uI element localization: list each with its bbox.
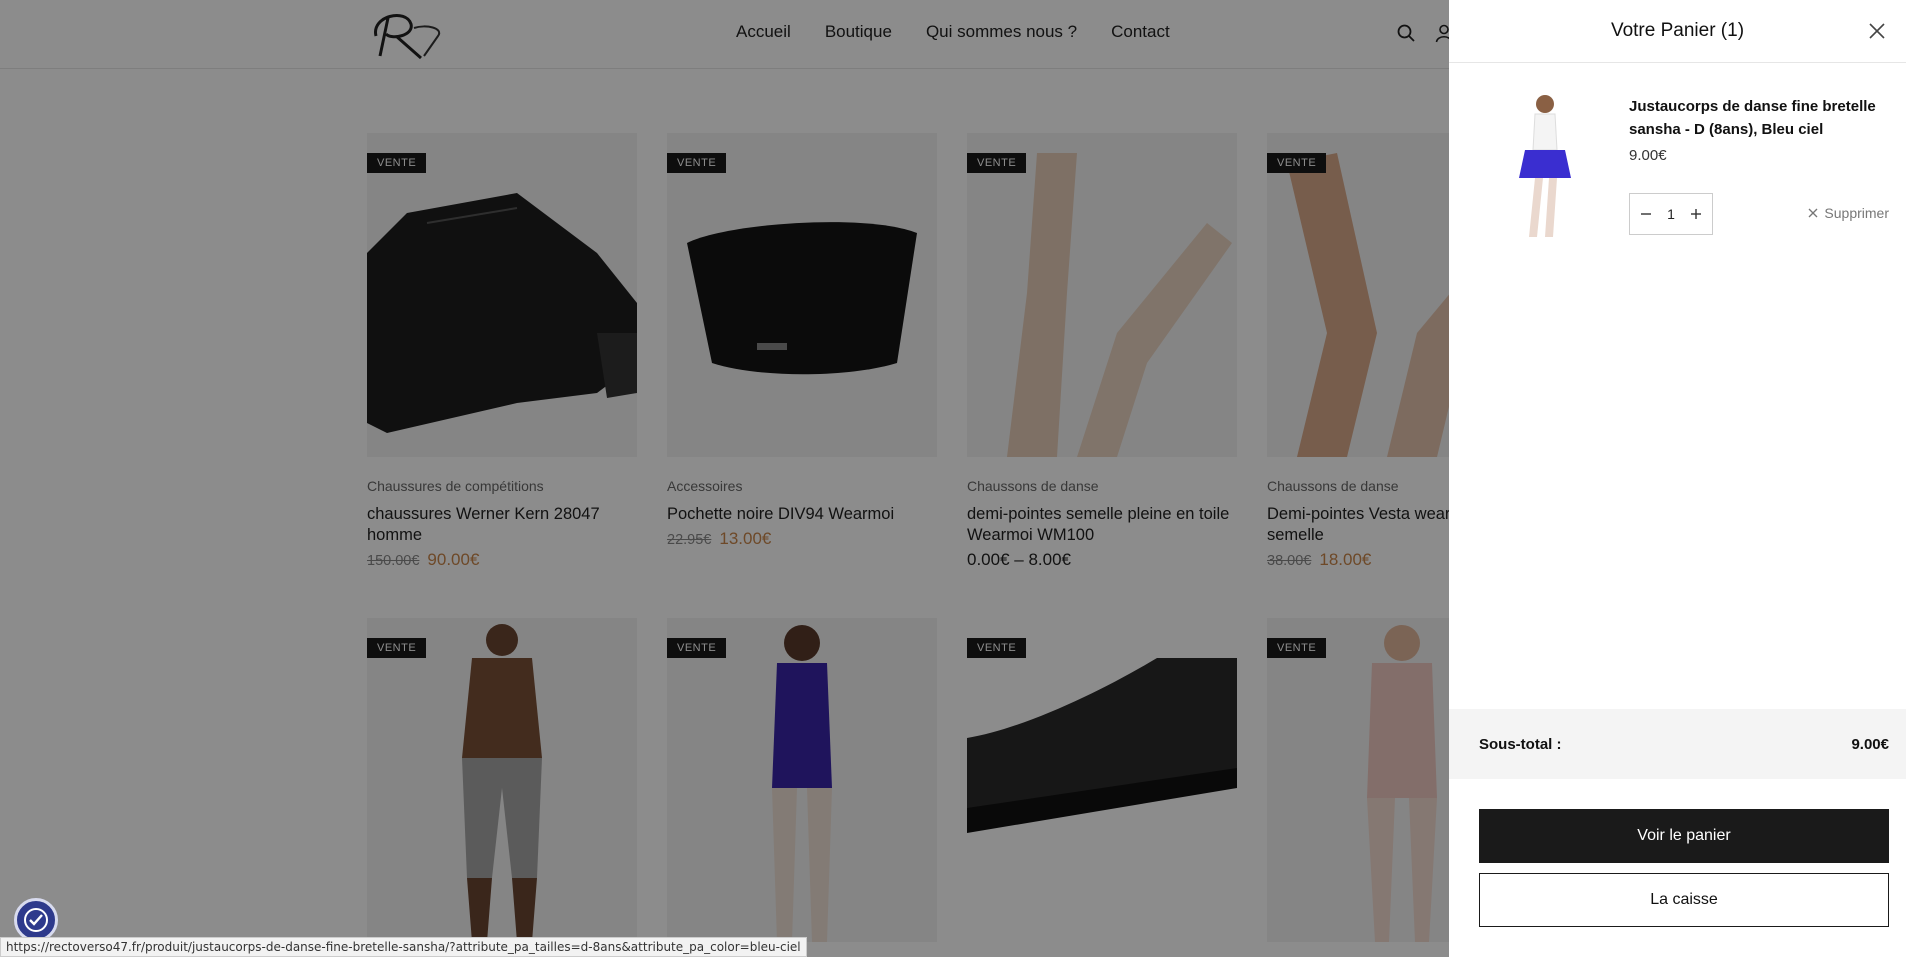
cart-item-image[interactable] (1509, 92, 1581, 240)
cart-title: Votre Panier (1) (1610, 20, 1745, 41)
cart-item-name[interactable]: Justaucorps de danse fine bretelle sansh… (1629, 95, 1879, 141)
subtotal-bar: Sous-total : 9.00€ (1449, 709, 1906, 779)
remove-item-label: Supprimer (1824, 205, 1889, 221)
modal-backdrop[interactable] (0, 0, 1449, 957)
status-bar-url: https://rectoverso47.fr/produit/justauco… (0, 937, 807, 957)
accessibility-button[interactable] (14, 898, 58, 942)
quantity-decrease-button[interactable] (1638, 206, 1654, 222)
subtotal-label: Sous-total : (1479, 736, 1562, 753)
plus-icon (1690, 209, 1701, 219)
view-cart-button[interactable]: Voir le panier (1479, 809, 1889, 863)
cart-header: Votre Panier (1) (1449, 0, 1906, 63)
remove-x-icon (1808, 208, 1818, 218)
close-icon[interactable] (1868, 22, 1886, 40)
cart-item-price: 9.00€ (1629, 147, 1667, 164)
checkout-button[interactable]: La caisse (1479, 873, 1889, 927)
cart-drawer: Votre Panier (1) Justaucorps de danse fi… (1449, 0, 1906, 957)
quantity-stepper: 1 (1629, 193, 1713, 235)
quantity-increase-button[interactable] (1688, 206, 1704, 222)
remove-item-button[interactable]: Supprimer (1808, 205, 1889, 221)
subtotal-value: 9.00€ (1851, 736, 1889, 753)
minus-icon (1641, 213, 1651, 215)
quantity-input[interactable]: 1 (1667, 206, 1675, 222)
accessibility-icon (24, 908, 48, 932)
